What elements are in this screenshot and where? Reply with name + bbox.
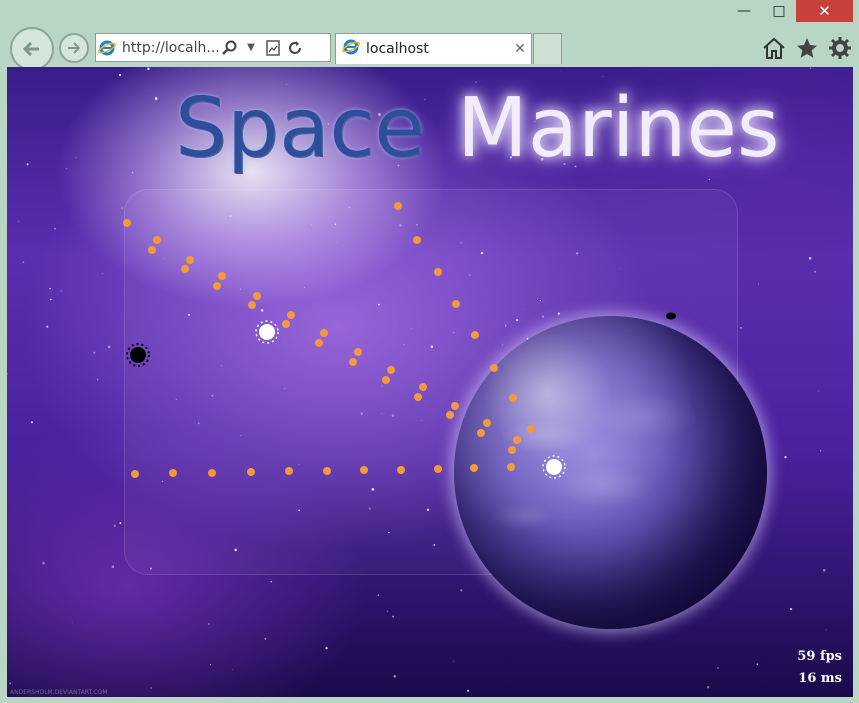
ie-logo-icon [96, 36, 118, 60]
close-icon: ✕ [818, 2, 831, 20]
bullet [477, 429, 485, 437]
watermark: ANDERSHOLM.DEVIANTART.COM [10, 689, 108, 696]
search-icon[interactable] [218, 36, 240, 60]
bullet [446, 411, 454, 419]
ie-logo-icon [341, 38, 361, 60]
settings-gear-icon [829, 37, 851, 59]
fps-counter: 59 fps [797, 649, 842, 664]
minimize-icon: — [737, 3, 751, 19]
player-unit[interactable] [255, 320, 279, 344]
dropdown-icon[interactable]: ▼ [240, 36, 262, 60]
maximize-button[interactable]: □ [762, 0, 796, 22]
bullet [315, 339, 323, 347]
bullet [490, 364, 498, 372]
bullet [320, 329, 328, 337]
bullet [247, 468, 255, 476]
tab-localhost[interactable]: localhost ✕ [335, 33, 532, 64]
bullet [253, 292, 261, 300]
bullet [419, 383, 427, 391]
bullet [452, 300, 460, 308]
back-arrow-icon [22, 41, 39, 57]
bullet [394, 202, 402, 210]
bullet [213, 282, 221, 290]
bullet [527, 425, 535, 433]
back-button[interactable] [10, 27, 54, 71]
bullet [434, 465, 442, 473]
bullet [248, 301, 256, 309]
favorites-star-icon [797, 38, 817, 58]
player-unit[interactable] [542, 455, 566, 479]
enemy-unit[interactable] [666, 312, 676, 320]
tab-title: localhost [366, 41, 429, 57]
bullet [413, 236, 421, 244]
bullet [169, 469, 177, 477]
bullet [451, 402, 459, 410]
home-icon [763, 37, 785, 59]
bullet [123, 219, 131, 227]
forward-button[interactable] [59, 33, 89, 63]
bullet [360, 466, 368, 474]
bullet [186, 256, 194, 264]
bullet [218, 272, 226, 280]
close-window-button[interactable]: ✕ [796, 0, 853, 22]
home-button[interactable] [760, 34, 788, 62]
bullet [282, 320, 290, 328]
bullet [434, 268, 442, 276]
bullet [470, 464, 478, 472]
settings-button[interactable] [826, 34, 854, 62]
close-tab-icon[interactable]: ✕ [509, 41, 531, 57]
bullet [354, 348, 362, 356]
bullet [397, 466, 405, 474]
bullet [181, 265, 189, 273]
address-bar[interactable]: http://localh... ▼ [95, 33, 331, 62]
bullet [513, 436, 521, 444]
bullet [349, 358, 357, 366]
bullet [414, 393, 422, 401]
bullet [509, 394, 517, 402]
bullet [285, 467, 293, 475]
entities-layer [123, 202, 676, 479]
game-viewport[interactable]: Space Marines 59 fps 16 ms ANDERSHOLM.DE… [7, 67, 853, 697]
refresh-icon[interactable] [284, 36, 306, 60]
bullet [387, 366, 395, 374]
bullet [153, 236, 161, 244]
bullet [131, 470, 139, 478]
bullet [508, 446, 516, 454]
favorites-button[interactable] [793, 34, 821, 62]
enemy-unit[interactable] [126, 343, 150, 367]
forward-arrow-icon [68, 42, 81, 54]
bullet [507, 463, 515, 471]
frame-time: 16 ms [798, 671, 842, 686]
bullet [208, 469, 216, 477]
bullet [148, 246, 156, 254]
maximize-icon: □ [772, 3, 786, 19]
bullet-trails [123, 202, 535, 478]
url-text[interactable]: http://localh... [122, 40, 218, 56]
new-tab-button[interactable] [533, 33, 562, 64]
compatibility-icon[interactable] [262, 36, 284, 60]
bullet [471, 331, 479, 339]
bullet [483, 419, 491, 427]
minimize-button[interactable]: — [726, 0, 762, 22]
bullet [287, 311, 295, 319]
bullet [382, 376, 390, 384]
bullet [323, 467, 331, 475]
